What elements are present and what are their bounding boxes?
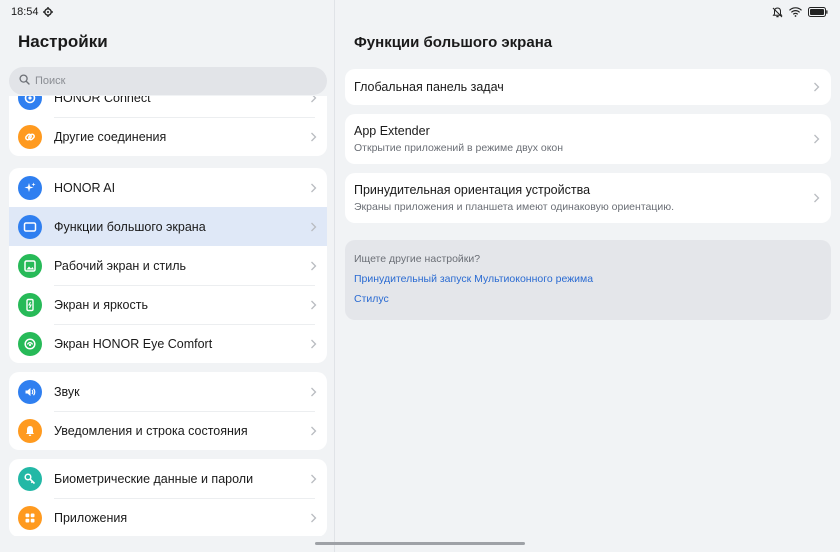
chevron-right-icon <box>311 132 317 141</box>
settings-group-display: HONOR AI Функции большого экрана Рабочий… <box>9 168 327 363</box>
large-screen-icon <box>18 214 42 239</box>
chevron-right-icon <box>311 474 317 483</box>
sidebar-item-label: Уведомления и строка состояния <box>54 423 248 438</box>
search-icon <box>19 74 30 88</box>
speaker-icon <box>18 379 42 404</box>
settings-group-security: Биометрические данные и пароли Приложени… <box>9 459 327 536</box>
apps-grid-icon <box>18 505 42 530</box>
chevron-right-icon <box>311 96 317 102</box>
sidebar-item-large-screen[interactable]: Функции большого экрана <box>9 207 327 246</box>
ai-sparkle-icon <box>18 175 42 200</box>
item-title: Глобальная панель задач <box>354 80 504 94</box>
settings-group-connections: HONOR Connect Другие соединения <box>9 96 327 156</box>
sidebar-item-home-screen-style[interactable]: Рабочий экран и стиль <box>9 246 327 285</box>
sidebar-item-sound[interactable]: Звук <box>9 372 327 411</box>
connect-icon <box>18 96 42 110</box>
sidebar-item-label: Другие соединения <box>54 129 167 144</box>
sidebar-item-label: HONOR Connect <box>54 96 151 105</box>
chevron-right-icon <box>311 387 317 396</box>
chevron-right-icon <box>311 426 317 435</box>
other-settings-question: Ищете другие настройки? <box>354 253 481 265</box>
search-input[interactable]: Поиск <box>9 67 327 95</box>
status-bar: 18:54 <box>0 0 840 24</box>
chevron-right-icon <box>814 82 820 92</box>
sidebar-item-notifications[interactable]: Уведомления и строка состояния <box>9 411 327 450</box>
chevron-right-icon <box>311 339 317 348</box>
sidebar-item-biometrics[interactable]: Биометрические данные и пароли <box>9 459 327 498</box>
mute-icon <box>772 6 783 18</box>
gear-icon <box>42 7 53 17</box>
chevron-right-icon <box>311 300 317 309</box>
chevron-right-icon <box>311 222 317 231</box>
chevron-right-icon <box>311 183 317 192</box>
app-extender-item[interactable]: App Extender Открытие приложений в режим… <box>345 114 831 164</box>
sidebar-item-label: Рабочий экран и стиль <box>54 258 187 273</box>
sidebar-item-other-connections[interactable]: Другие соединения <box>9 117 327 156</box>
chevron-right-icon <box>311 261 317 270</box>
link-stylus[interactable]: Стилус <box>354 293 389 305</box>
sidebar-item-label: Экран HONOR Eye Comfort <box>54 336 213 351</box>
status-time: 18:54 <box>11 6 39 18</box>
sidebar-title: Настройки <box>18 32 108 51</box>
image-icon <box>18 253 42 278</box>
sidebar-item-honor-connect[interactable]: HONOR Connect <box>9 96 327 117</box>
chevron-right-icon <box>814 134 820 144</box>
global-taskbar-item[interactable]: Глобальная панель задач <box>345 69 831 105</box>
wifi-icon <box>789 7 802 17</box>
key-icon <box>18 466 42 491</box>
sidebar-item-eye-comfort[interactable]: Экран HONOR Eye Comfort <box>9 324 327 363</box>
page-title: Функции большого экрана <box>354 34 553 51</box>
sidebar-item-label: Функции большого экрана <box>54 219 206 234</box>
item-subtitle: Открытие приложений в режиме двух окон <box>354 142 564 154</box>
forced-orientation-item[interactable]: Принудительная ориентация устройства Экр… <box>345 173 831 223</box>
sidebar-item-apps[interactable]: Приложения <box>9 498 327 536</box>
settings-sidebar: Настройки Поиск HONOR Connect Другие сое… <box>0 0 335 552</box>
item-subtitle: Экраны приложения и планшета имеют одина… <box>354 201 675 213</box>
sidebar-item-label: Биометрические данные и пароли <box>54 471 254 486</box>
battery-icon <box>808 7 828 17</box>
settings-list[interactable]: HONOR Connect Другие соединения HONOR AI <box>0 96 334 536</box>
sidebar-item-label: Экран и яркость <box>54 297 148 312</box>
sidebar-item-label: HONOR AI <box>54 180 116 195</box>
link-force-multiwindow[interactable]: Принудительный запуск Мультиоконного реж… <box>354 273 593 285</box>
sidebar-item-label: Приложения <box>54 510 128 525</box>
eye-comfort-icon <box>18 331 42 356</box>
search-placeholder: Поиск <box>35 75 66 87</box>
item-title: Принудительная ориентация устройства <box>354 183 591 197</box>
item-title: App Extender <box>354 124 430 138</box>
sidebar-item-honor-ai[interactable]: HONOR AI <box>9 168 327 207</box>
sidebar-item-display-brightness[interactable]: Экран и яркость <box>9 285 327 324</box>
chevron-right-icon <box>311 513 317 522</box>
other-settings-card: Ищете другие настройки? Принудительный з… <box>345 240 831 320</box>
bell-icon <box>18 418 42 443</box>
sidebar-item-label: Звук <box>54 384 80 399</box>
settings-group-sound: Звук Уведомления и строка состояния <box>9 372 327 450</box>
chevron-right-icon <box>814 193 820 203</box>
home-indicator[interactable] <box>315 542 525 545</box>
link-icon <box>18 124 42 149</box>
phone-brightness-icon <box>18 292 42 317</box>
